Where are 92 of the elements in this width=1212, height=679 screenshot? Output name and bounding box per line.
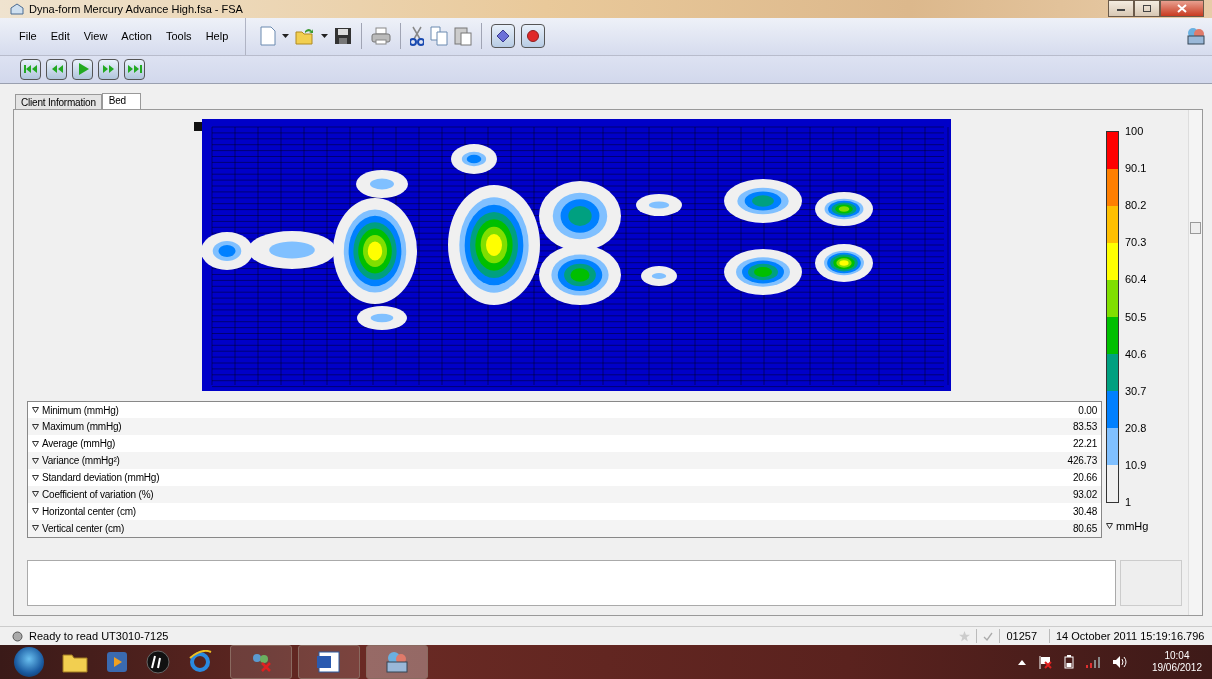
skip-to-start-button[interactable] — [20, 58, 41, 80]
taskbar-app-button[interactable] — [230, 645, 292, 679]
document-icon[interactable] — [316, 650, 342, 674]
app-icon — [10, 2, 24, 15]
status-code: 01257 — [1006, 630, 1038, 643]
maximize-icon[interactable] — [1142, 4, 1152, 13]
statistic-value: 20.66 — [1072, 472, 1097, 484]
show-hidden-icons-icon[interactable] — [1017, 659, 1026, 665]
app-logo-icon[interactable] — [384, 650, 410, 674]
flag-icon[interactable] — [1037, 655, 1052, 669]
statistic-label: Coefficient of variation (%) — [42, 488, 154, 500]
signal-icon[interactable] — [1085, 656, 1100, 668]
expand-icon[interactable] — [32, 407, 39, 413]
scale-label: 50.5 — [1125, 309, 1147, 324]
scale-label: 1 — [1125, 495, 1133, 510]
media-player-icon[interactable] — [106, 651, 128, 673]
statistic-label: Variance (mmHg²) — [42, 455, 120, 467]
status-timestamp: 14 October 2011 15:19:16.796 — [1056, 630, 1206, 643]
caret-icon[interactable] — [282, 34, 290, 39]
statistic-label: Average (mmHg) — [42, 438, 116, 450]
close-icon[interactable] — [1177, 4, 1187, 13]
tab[interactable]: Client Information — [15, 93, 102, 109]
statistic-value: 426.73 — [1067, 455, 1097, 467]
scale-label: 20.8 — [1125, 421, 1147, 436]
fast-forward-button[interactable] — [98, 58, 119, 80]
folder-icon[interactable] — [62, 651, 88, 673]
statistic-value: 80.65 — [1072, 522, 1097, 534]
cut-icon[interactable] — [410, 26, 425, 47]
expand-icon[interactable] — [32, 440, 39, 447]
statistic-value: 83.53 — [1072, 421, 1097, 433]
star-icon — [959, 630, 971, 642]
expand-icon[interactable] — [32, 525, 39, 532]
menu-item[interactable]: Edit — [43, 27, 77, 46]
side-panel — [1120, 559, 1182, 606]
menu-item[interactable]: File — [12, 27, 44, 46]
scale-label: 70.3 — [1125, 235, 1147, 250]
statistic-label: Minimum (mmHg) — [42, 404, 119, 416]
record-button[interactable] — [521, 24, 546, 49]
paste-icon[interactable] — [454, 26, 473, 47]
scale-label: 80.2 — [1125, 197, 1147, 212]
print-icon[interactable] — [371, 27, 392, 46]
check-icon — [983, 631, 994, 641]
statistic-label: Horizontal center (cm) — [42, 505, 136, 517]
expand-icon[interactable] — [1106, 522, 1113, 529]
statistic-label: Standard deviation (mmHg) — [42, 472, 160, 484]
rewind-button[interactable] — [46, 58, 67, 80]
scale-label: 40.6 — [1125, 346, 1147, 361]
menu-item[interactable]: Help — [198, 27, 236, 46]
scale-label: 90.1 — [1125, 160, 1147, 175]
scale-label: 10.9 — [1125, 458, 1147, 473]
statistic-value: 30.48 — [1072, 505, 1097, 517]
close-button[interactable] — [1160, 0, 1204, 17]
skip-to-start-icon[interactable] — [23, 64, 38, 75]
save-icon[interactable] — [334, 27, 353, 46]
status-indicator-icon — [12, 630, 23, 642]
start-button[interactable] — [14, 647, 44, 677]
app-logo-icon — [1186, 26, 1206, 47]
expand-icon[interactable] — [32, 508, 39, 515]
skip-to-end-button[interactable] — [124, 58, 145, 80]
minimize-button[interactable] — [1108, 0, 1134, 17]
menu-item[interactable]: Tools — [158, 27, 199, 46]
diamond-button[interactable] — [491, 24, 516, 49]
statistic-label: Vertical center (cm) — [42, 522, 125, 534]
caret-icon[interactable] — [321, 34, 329, 39]
expand-icon[interactable] — [32, 423, 39, 430]
expand-icon[interactable] — [32, 457, 39, 464]
clock-date[interactable]: 19/06/2012 — [1151, 662, 1202, 674]
statistic-value: 93.02 — [1072, 488, 1097, 500]
tab[interactable]: Bed — [101, 92, 141, 110]
play-button[interactable] — [72, 58, 93, 80]
corner-marker — [194, 121, 202, 131]
status-message: Ready to read UT3010-7125 — [29, 630, 169, 643]
scale-label: 100 — [1125, 123, 1145, 138]
clock-time[interactable]: 10:04 — [1164, 650, 1190, 662]
window-title: Dyna-form Mercury Advance High.fsa - FSA — [29, 2, 243, 15]
statistic-label: Maximum (mmHg) — [42, 421, 122, 433]
expand-icon[interactable] — [32, 474, 39, 481]
speaker-icon[interactable] — [1111, 655, 1128, 669]
browser-icon[interactable] — [188, 650, 212, 674]
scrollbar[interactable] — [1188, 109, 1202, 616]
scale-label: 60.4 — [1125, 272, 1147, 287]
maximize-button[interactable] — [1134, 0, 1160, 17]
statistic-value: 22.21 — [1072, 438, 1097, 450]
statistic-value: 0.00 — [1078, 404, 1097, 416]
record-icon[interactable] — [526, 29, 541, 44]
menu-item[interactable]: Action — [114, 27, 159, 46]
menu-item[interactable]: View — [76, 27, 115, 46]
expand-icon[interactable] — [32, 491, 39, 498]
diamond-icon[interactable] — [496, 29, 511, 44]
scale-label: 30.7 — [1125, 383, 1147, 398]
unit-label: mmHg — [1116, 519, 1149, 532]
battery-icon[interactable] — [1063, 655, 1074, 669]
